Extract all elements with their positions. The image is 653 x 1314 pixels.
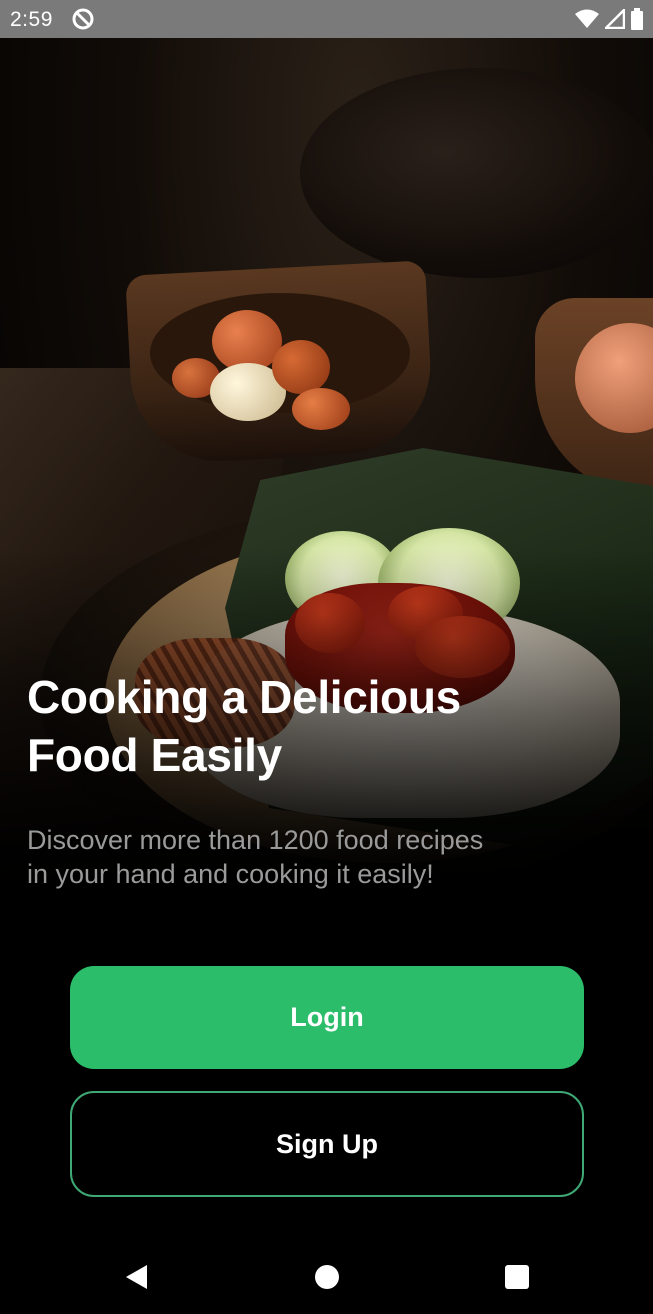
login-button-label: Login bbox=[290, 1002, 364, 1032]
egg bbox=[272, 340, 330, 394]
battery-icon bbox=[631, 8, 643, 35]
description: Discover more than 1200 food recipes in … bbox=[27, 825, 484, 889]
recents-icon[interactable] bbox=[502, 1262, 532, 1292]
sign-up-button-label: Sign Up bbox=[276, 1128, 378, 1159]
back-icon[interactable] bbox=[121, 1262, 151, 1292]
home-icon[interactable] bbox=[312, 1262, 342, 1292]
status-bar: 2:59 bbox=[0, 0, 653, 38]
sign-up-button[interactable]: Sign Up bbox=[70, 1091, 584, 1197]
wifi-icon bbox=[575, 9, 599, 34]
headline: Cooking a Delicious Food Easily bbox=[27, 668, 587, 784]
login-button[interactable]: Login bbox=[70, 966, 584, 1069]
status-icons bbox=[575, 6, 643, 35]
status-time: 2:59 bbox=[10, 8, 53, 31]
welcome-screen: 2:59 Cooking a Delicious Food Easily Dis… bbox=[0, 0, 653, 1314]
do-not-disturb-icon bbox=[72, 8, 94, 30]
clay-pot bbox=[300, 68, 653, 278]
headline-line: Food Easily bbox=[27, 729, 282, 781]
navigation-bar bbox=[0, 1240, 653, 1314]
cell-signal-icon bbox=[602, 6, 626, 34]
egg bbox=[292, 388, 350, 430]
headline-line: Cooking a Delicious bbox=[27, 671, 461, 723]
